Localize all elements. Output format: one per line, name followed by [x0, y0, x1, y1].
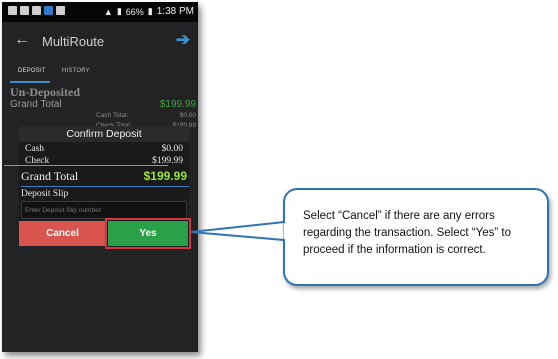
- dialog-cash-label: Cash: [25, 144, 44, 154]
- app-title: MultiRoute: [42, 34, 105, 49]
- cash-total-value: $0.00: [179, 112, 196, 119]
- dialog-cash-row: Cash $0.00: [25, 144, 183, 154]
- clock: 1:38 PM: [156, 6, 194, 17]
- dialog-title: Confirm Deposit: [19, 126, 189, 142]
- tab-bar: DEPOSIT HISTORY: [2, 64, 198, 83]
- notification-icon: [56, 6, 65, 15]
- summary-grand-total-row: Grand Total $199.99: [10, 99, 196, 110]
- cancel-button[interactable]: Cancel: [19, 221, 106, 246]
- wifi-icon: ▲: [103, 6, 113, 17]
- grand-total-divider: [21, 186, 189, 187]
- active-tab-indicator: [10, 81, 50, 83]
- status-bar: ▲ ▮ 66% ▮ 1:38 PM: [2, 2, 198, 22]
- notification-icons: [8, 6, 65, 15]
- battery-percent: 66%: [125, 6, 144, 17]
- back-arrow-icon[interactable]: ←: [14, 31, 30, 49]
- tab-deposit[interactable]: DEPOSIT: [18, 68, 46, 74]
- dialog-grand-total-value: $199.99: [143, 169, 187, 183]
- usb-icon: [32, 6, 41, 15]
- deposit-slip-label: Deposit Slip: [21, 189, 69, 199]
- cash-total-label: Cash Total:: [96, 112, 129, 119]
- cash-total-row: Cash Total: $0.00: [56, 112, 196, 119]
- notification-icon: [8, 6, 17, 15]
- callout-text: Select “Cancel” if there are any errors …: [303, 210, 511, 256]
- notification-icon: [20, 6, 29, 15]
- battery-icon: ▮: [147, 6, 153, 16]
- signal-icon: ▮: [116, 6, 122, 16]
- undeposited-heading: Un-Deposited: [10, 85, 81, 99]
- app-icon: [44, 6, 53, 15]
- dialog-divider: [4, 165, 168, 166]
- yes-button-highlight: [105, 218, 191, 249]
- summary-grand-total-value: $199.99: [159, 99, 196, 110]
- tab-history[interactable]: HISTORY: [62, 68, 90, 74]
- dialog-grand-total-label: Grand Total: [21, 169, 79, 183]
- instruction-callout: Select “Cancel” if there are any errors …: [283, 188, 549, 286]
- dialog-cash-value: $0.00: [161, 144, 183, 154]
- summary-grand-total-label: Grand Total: [10, 99, 62, 110]
- deposit-slip-input[interactable]: [21, 201, 187, 219]
- app-bar: ← MultiRoute ➔: [2, 22, 198, 64]
- forward-arrow-icon[interactable]: ➔: [176, 30, 190, 50]
